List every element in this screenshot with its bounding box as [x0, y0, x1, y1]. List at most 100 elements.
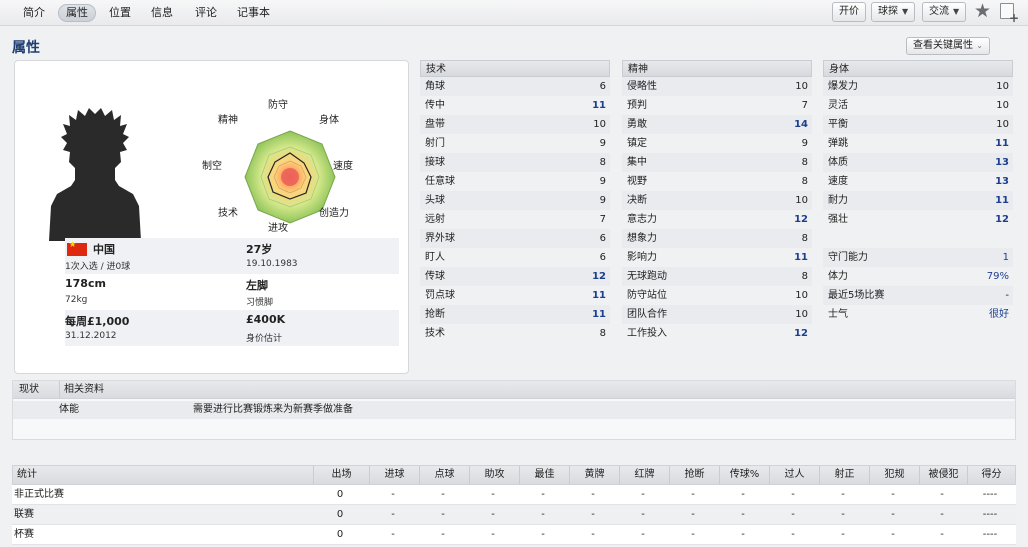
stats-row[interactable]: 联赛 0- - - - - - - - - - - - ----	[12, 505, 1016, 525]
stats-col-header[interactable]: 最佳	[519, 466, 569, 484]
stats-cell: -	[541, 529, 545, 540]
stats-cell: -	[591, 529, 595, 540]
attribute-value: 9	[599, 138, 606, 149]
page-title: 属性	[12, 40, 40, 56]
stats-col-header[interactable]: 助攻	[469, 466, 519, 484]
stats-col-header[interactable]: 点球	[419, 466, 469, 484]
stats-col-header[interactable]: 进球	[369, 466, 419, 484]
star-icon[interactable]: ★	[974, 0, 991, 22]
attribute-row: 无球跑动 8	[622, 267, 812, 286]
attribute-name: 爆发力	[828, 81, 858, 92]
attribute-row: 体力 79%	[823, 267, 1013, 286]
attribute-value: 10	[795, 195, 808, 206]
stats-cell: -	[791, 489, 795, 500]
attribute-name: 耐力	[828, 195, 848, 206]
tab-overview[interactable]: 简介	[16, 4, 52, 22]
attribute-value: 11	[995, 195, 1009, 206]
attribute-name: 远射	[425, 214, 445, 225]
radar-label-mental: 精神	[218, 115, 238, 126]
attribute-row: 士气 很好	[823, 305, 1013, 324]
attribute-value: 很好	[989, 309, 1009, 320]
attribute-name: 镇定	[627, 138, 647, 149]
attribute-name: 头球	[425, 195, 445, 206]
stats-cell: -	[591, 509, 595, 520]
nation: 中国	[93, 243, 115, 256]
attribute-row: 工作投入 12	[622, 324, 812, 343]
attribute-value: 10	[593, 119, 606, 130]
attribute-name: 平衡	[828, 119, 848, 130]
attribute-row: 技术 8	[420, 324, 610, 343]
attribute-row: 任意球 9	[420, 172, 610, 191]
stats-col-header[interactable]: 出场	[313, 466, 369, 484]
attribute-row: 预判 7	[622, 96, 812, 115]
stats-col-header[interactable]: 被侵犯	[919, 466, 967, 484]
radar-label-defence: 防守	[268, 100, 288, 111]
attribute-row: 强壮 12	[823, 210, 1013, 229]
interact-button[interactable]: 交流 ▼	[922, 2, 967, 22]
stats-cell: -	[391, 529, 395, 540]
stats-row[interactable]: 非正式比赛 0- - - - - - - - - - - - ----	[12, 485, 1016, 505]
stats-cell: -	[741, 509, 745, 520]
attribute-name: 角球	[425, 81, 445, 92]
stats-col-header[interactable]: 过人	[769, 466, 819, 484]
radar-label-creativity: 创造力	[319, 208, 349, 219]
stats-cell: -	[441, 529, 445, 540]
stats-row[interactable]: 杯赛 0- - - - - - - - - - - - ----	[12, 525, 1016, 545]
attribute-name: 任意球	[425, 176, 455, 187]
stats-cell: ----	[982, 529, 998, 540]
attribute-value: 10	[996, 100, 1009, 111]
attribute-name: 体力	[828, 271, 848, 282]
stats-col-header[interactable]: 得分	[967, 466, 1015, 484]
stats-col-header[interactable]: 黄牌	[569, 466, 619, 484]
attribute-row: 罚点球 11	[420, 286, 610, 305]
stats-cell: -	[541, 509, 545, 520]
attribute-row: 远射 7	[420, 210, 610, 229]
stats-col-header[interactable]: 传球%	[719, 466, 769, 484]
stats-cell: -	[741, 489, 745, 500]
stats-col-header[interactable]: 射正	[819, 466, 869, 484]
stats-col-header[interactable]: 统计	[13, 466, 313, 484]
stats-cell: ----	[982, 489, 998, 500]
scout-button[interactable]: 球探 ▼	[871, 2, 916, 22]
tab-info[interactable]: 信息	[144, 4, 180, 22]
attribute-name: 侵略性	[627, 81, 657, 92]
attribute-row: 抢断 11	[420, 305, 610, 324]
attribute-row: 接球 8	[420, 153, 610, 172]
attribute-value: 7	[801, 100, 808, 111]
attribute-value: 13	[995, 176, 1009, 187]
stats-cell: -	[940, 489, 944, 500]
contract-expiry: 31.12.2012	[65, 331, 117, 341]
caps: 1次入选 / 进0球	[65, 262, 131, 272]
top-bar: 简介 属性 位置 信息 评论 记事本 开价 球探 ▼ 交流 ▼ ★	[0, 0, 1028, 26]
chevron-down-icon: ▼	[953, 7, 960, 16]
offer-button[interactable]: 开价	[832, 2, 866, 22]
attribute-value: 8	[801, 176, 808, 187]
stats-cell: -	[791, 529, 795, 540]
stats-col-header[interactable]: 犯规	[869, 466, 919, 484]
attribute-name: 守门能力	[828, 252, 868, 263]
attribute-row: 团队合作 10	[622, 305, 812, 324]
tab-notebook[interactable]: 记事本	[230, 4, 277, 22]
attribute-name: 灵活	[828, 100, 848, 111]
info-col-header: 相关资料	[59, 381, 104, 399]
stats-cell: -	[691, 509, 695, 520]
tab-reviews[interactable]: 评论	[188, 4, 224, 22]
attribute-row: 弹跳 11	[823, 134, 1013, 153]
stats-col-header[interactable]: 抢断	[669, 466, 719, 484]
attribute-value: 9	[599, 195, 606, 206]
value: £400K	[246, 313, 286, 326]
status-section: 现状 相关资料 体能 需要进行比赛锻炼来为新赛季做准备	[12, 380, 1016, 440]
add-note-icon[interactable]	[1000, 3, 1019, 25]
stats-apps: 0	[336, 529, 344, 540]
tab-attributes[interactable]: 属性	[58, 4, 96, 22]
stats-col-header[interactable]: 红牌	[619, 466, 669, 484]
key-attributes-button[interactable]: 查看关键属性 ⌄	[906, 37, 990, 55]
attribute-value: 8	[801, 157, 808, 168]
height: 178cm	[65, 277, 106, 290]
attribute-row: 决断 10	[622, 191, 812, 210]
stats-row-label: 联赛	[14, 509, 34, 520]
attribute-value: 10	[795, 290, 808, 301]
tab-positions[interactable]: 位置	[102, 4, 138, 22]
info-row-nation: 中国 1次入选 / 进0球 27岁 19.10.1983	[65, 238, 399, 274]
